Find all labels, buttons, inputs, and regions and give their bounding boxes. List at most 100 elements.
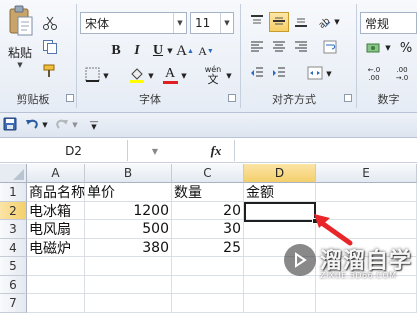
italic-button[interactable]: I xyxy=(128,40,146,62)
phonetic-dropdown[interactable]: ▼ xyxy=(225,66,233,86)
align-bottom-icon xyxy=(294,14,308,31)
number-format-combo[interactable]: 常规 xyxy=(360,12,417,34)
redo-dropdown[interactable]: ▼ xyxy=(71,117,79,133)
fill-color-button[interactable] xyxy=(127,66,147,86)
redo-button[interactable] xyxy=(54,117,70,133)
arrow-up-icon: ▲ xyxy=(186,47,194,55)
row-header-6[interactable]: 6 xyxy=(0,276,27,294)
cell-c3[interactable]: 30 xyxy=(172,220,244,239)
bold-button[interactable]: B xyxy=(107,40,125,62)
orientation-dropdown[interactable]: ▼ xyxy=(333,12,341,32)
align-center-button[interactable] xyxy=(269,38,289,58)
cell-a6[interactable] xyxy=(27,276,85,294)
currency-dropdown[interactable]: ▼ xyxy=(384,38,392,58)
cell-c1[interactable]: 数量 xyxy=(172,183,244,202)
underline-dropdown[interactable]: ▼ xyxy=(166,40,174,62)
cell-b7[interactable] xyxy=(85,294,172,313)
align-left-icon xyxy=(250,41,264,56)
alignment-dialog-launcher[interactable] xyxy=(344,94,352,102)
column-header-d[interactable]: D xyxy=(244,164,316,183)
name-box-dropdown[interactable]: ▼ xyxy=(150,144,160,158)
fill-color-dropdown[interactable]: ▼ xyxy=(147,66,155,86)
borders-dropdown[interactable]: ▼ xyxy=(102,66,110,86)
cell-a1[interactable]: 商品名称 xyxy=(27,183,85,202)
cell-b3[interactable]: 500 xyxy=(85,220,172,239)
cell-c2[interactable]: 20 xyxy=(172,202,244,220)
paste-button[interactable]: 粘贴 ▼ xyxy=(4,5,36,69)
undo-dropdown[interactable]: ▼ xyxy=(41,117,49,133)
redo-icon xyxy=(55,117,69,134)
font-dialog-launcher[interactable] xyxy=(228,94,236,102)
column-header-e[interactable]: E xyxy=(316,164,417,183)
row-header-4[interactable]: 4 xyxy=(0,239,27,257)
cell-a5[interactable] xyxy=(27,257,85,276)
clipboard-dialog-launcher[interactable] xyxy=(66,94,74,102)
borders-button[interactable] xyxy=(82,66,102,86)
grow-font-button[interactable]: A ▲ xyxy=(176,40,194,62)
merge-center-button[interactable] xyxy=(305,64,325,84)
font-color-dropdown[interactable]: ▼ xyxy=(180,66,188,86)
cell-d7[interactable] xyxy=(244,294,316,313)
insert-function-button[interactable]: fx xyxy=(204,141,228,160)
column-header-b[interactable]: B xyxy=(85,164,172,183)
align-center-icon xyxy=(272,41,286,56)
cell-a4[interactable]: 电磁炉 xyxy=(27,239,85,257)
row-header-7[interactable]: 7 xyxy=(0,294,27,313)
font-name-combo[interactable]: 宋体 ▼ xyxy=(80,12,187,34)
name-box[interactable]: D2 xyxy=(0,140,128,161)
customize-qat-button[interactable]: — ▼ xyxy=(88,117,100,133)
currency-button[interactable] xyxy=(362,38,384,58)
cell-e1[interactable] xyxy=(316,183,417,202)
cell-a2[interactable]: 电冰箱 xyxy=(27,202,85,220)
quick-access-toolbar: ▼ ▼ — ▼ xyxy=(0,113,417,138)
cell-b6[interactable] xyxy=(85,276,172,294)
cell-a7[interactable] xyxy=(27,294,85,313)
cell-c6[interactable] xyxy=(172,276,244,294)
cell-c4[interactable]: 25 xyxy=(172,239,244,257)
percent-button[interactable]: % xyxy=(396,38,416,58)
formula-input[interactable] xyxy=(234,140,417,161)
row-header-5[interactable]: 5 xyxy=(0,257,27,276)
decrease-indent-button[interactable] xyxy=(247,64,267,84)
cell-d1[interactable]: 金额 xyxy=(244,183,316,202)
underline-button[interactable]: U xyxy=(149,40,167,62)
cell-c7[interactable] xyxy=(172,294,244,313)
cell-b5[interactable] xyxy=(85,257,172,276)
align-bottom-button[interactable] xyxy=(291,12,311,32)
cell-e7[interactable] xyxy=(316,294,417,313)
select-all-corner[interactable] xyxy=(0,164,27,183)
font-color-button[interactable]: A xyxy=(160,64,180,86)
increase-indent-button[interactable] xyxy=(269,64,289,84)
column-header-c[interactable]: C xyxy=(172,164,244,183)
align-middle-button[interactable] xyxy=(269,12,289,32)
merge-center-dropdown[interactable]: ▼ xyxy=(325,64,333,84)
align-top-button[interactable] xyxy=(247,12,267,32)
cell-a3[interactable]: 电风扇 xyxy=(27,220,85,239)
copy-button[interactable] xyxy=(40,38,60,58)
cell-c5[interactable] xyxy=(172,257,244,276)
currency-icon xyxy=(366,42,380,54)
save-button[interactable] xyxy=(2,117,18,133)
text-orientation-icon: ab xyxy=(315,13,332,32)
decrease-decimal-button[interactable]: .00 →.0 xyxy=(390,64,414,84)
increase-decimal-button[interactable]: ←.0.00 xyxy=(362,64,386,84)
shrink-font-button[interactable]: A ▼ xyxy=(197,40,215,62)
cut-button[interactable] xyxy=(40,14,60,34)
row-header-3[interactable]: 3 xyxy=(0,220,27,239)
row-header-2[interactable]: 2 xyxy=(0,202,27,220)
row-header-1[interactable]: 1 xyxy=(0,183,27,202)
font-color-swatch xyxy=(162,81,178,84)
align-left-button[interactable] xyxy=(247,38,267,58)
format-painter-button[interactable] xyxy=(40,62,60,82)
undo-button[interactable] xyxy=(24,117,40,133)
column-header-a[interactable]: A xyxy=(27,164,85,183)
cell-b4[interactable]: 380 xyxy=(85,239,172,257)
cell-b1[interactable]: 单价 xyxy=(85,183,172,202)
wrap-text-button[interactable] xyxy=(320,38,340,58)
cell-b2[interactable]: 1200 xyxy=(85,202,172,220)
orientation-button[interactable]: ab xyxy=(313,12,333,32)
font-size-combo[interactable]: 11 ▼ xyxy=(190,12,234,34)
align-top-icon xyxy=(250,14,264,31)
align-right-button[interactable] xyxy=(291,38,311,58)
phonetic-button[interactable]: wén 文 xyxy=(201,64,225,86)
